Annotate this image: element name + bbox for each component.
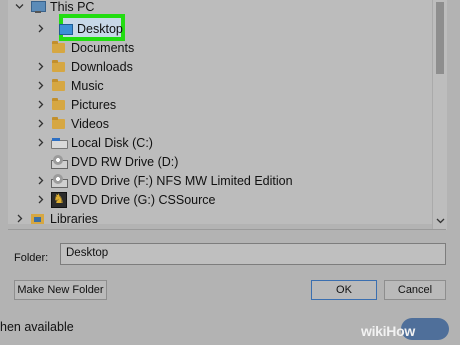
desktop-folder-icon [57,22,73,36]
music-folder-icon [51,78,67,93]
tree-item-label: Pictures [71,97,117,112]
chevron-right-icon[interactable] [14,214,24,224]
divider [8,229,446,230]
videos-folder-icon [51,116,67,131]
dvd-drive-icon [51,154,68,169]
chevron-down-icon[interactable] [14,2,24,12]
make-new-folder-button[interactable]: Make New Folder [14,280,107,300]
wikihow-watermark: wikiHow [361,323,415,339]
local-disk-icon [51,136,68,150]
tree-item-label: Libraries [50,211,98,225]
tree-item-local-disk[interactable]: Local Disk (C:) [35,133,153,152]
pictures-folder-icon [51,97,67,112]
tree-item-label: Local Disk (C:) [71,135,153,150]
chevron-right-icon[interactable] [35,195,45,205]
tree-item-label: Downloads [71,59,133,74]
tree-item-downloads[interactable]: Downloads [35,57,133,76]
tree-item-music[interactable]: Music [35,76,104,95]
chevron-right-icon[interactable] [35,62,45,72]
tree-item-label: Videos [71,116,109,131]
tree-item-label: DVD Drive (F:) NFS MW Limited Edition [71,173,293,188]
cssource-icon [51,191,67,208]
chevron-right-icon[interactable] [35,119,45,129]
scroll-down-arrow-icon[interactable] [433,214,447,228]
folder-tree[interactable]: This PC Desktop Documents Downloads Musi… [8,0,446,224]
tree-item-dvd-drive-g[interactable]: DVD Drive (G:) CSSource [35,190,215,209]
libraries-icon [30,212,46,225]
folder-label: Folder: [14,252,49,264]
tree-item-dvd-drive-f[interactable]: DVD Drive (F:) NFS MW Limited Edition [35,171,293,190]
tree-item-label: DVD RW Drive (D:) [71,154,179,169]
no-expander [35,157,45,167]
chevron-right-icon[interactable] [35,100,45,110]
documents-folder-icon [51,40,67,55]
tree-item-dvd-rw-drive[interactable]: DVD RW Drive (D:) [35,152,178,171]
chevron-right-icon[interactable] [35,81,45,91]
tree-item-pictures[interactable]: Pictures [35,95,116,114]
tree-item-videos[interactable]: Videos [35,114,109,133]
downloads-folder-icon [51,59,67,74]
watermark-wiki: wiki [361,323,387,339]
dvd-drive-icon [51,173,68,188]
tree-item-label: Music [71,78,104,93]
tree-item-label: Desktop [77,21,123,36]
chevron-right-icon[interactable] [35,176,45,186]
tree-item-desktop[interactable]: Desktop [35,19,123,38]
tree-item-label: Documents [71,40,135,55]
scrollbar-thumb[interactable] [436,2,444,74]
chevron-right-icon[interactable] [35,138,45,148]
tree-item-label: This PC [50,0,95,14]
folder-field[interactable]: Desktop [60,243,446,265]
tree-item-documents[interactable]: Documents [35,38,134,57]
tree-item-label: DVD Drive (G:) CSSource [71,192,216,207]
status-text: hen available [0,320,74,334]
cancel-button[interactable]: Cancel [384,280,446,300]
tree-item-libraries[interactable]: Libraries [14,209,98,224]
chevron-right-icon[interactable] [35,24,45,34]
watermark-how: How [386,323,415,339]
vertical-scrollbar[interactable] [432,0,447,230]
no-expander [35,43,45,53]
ok-button[interactable]: OK [311,280,377,300]
pc-icon [30,0,46,14]
